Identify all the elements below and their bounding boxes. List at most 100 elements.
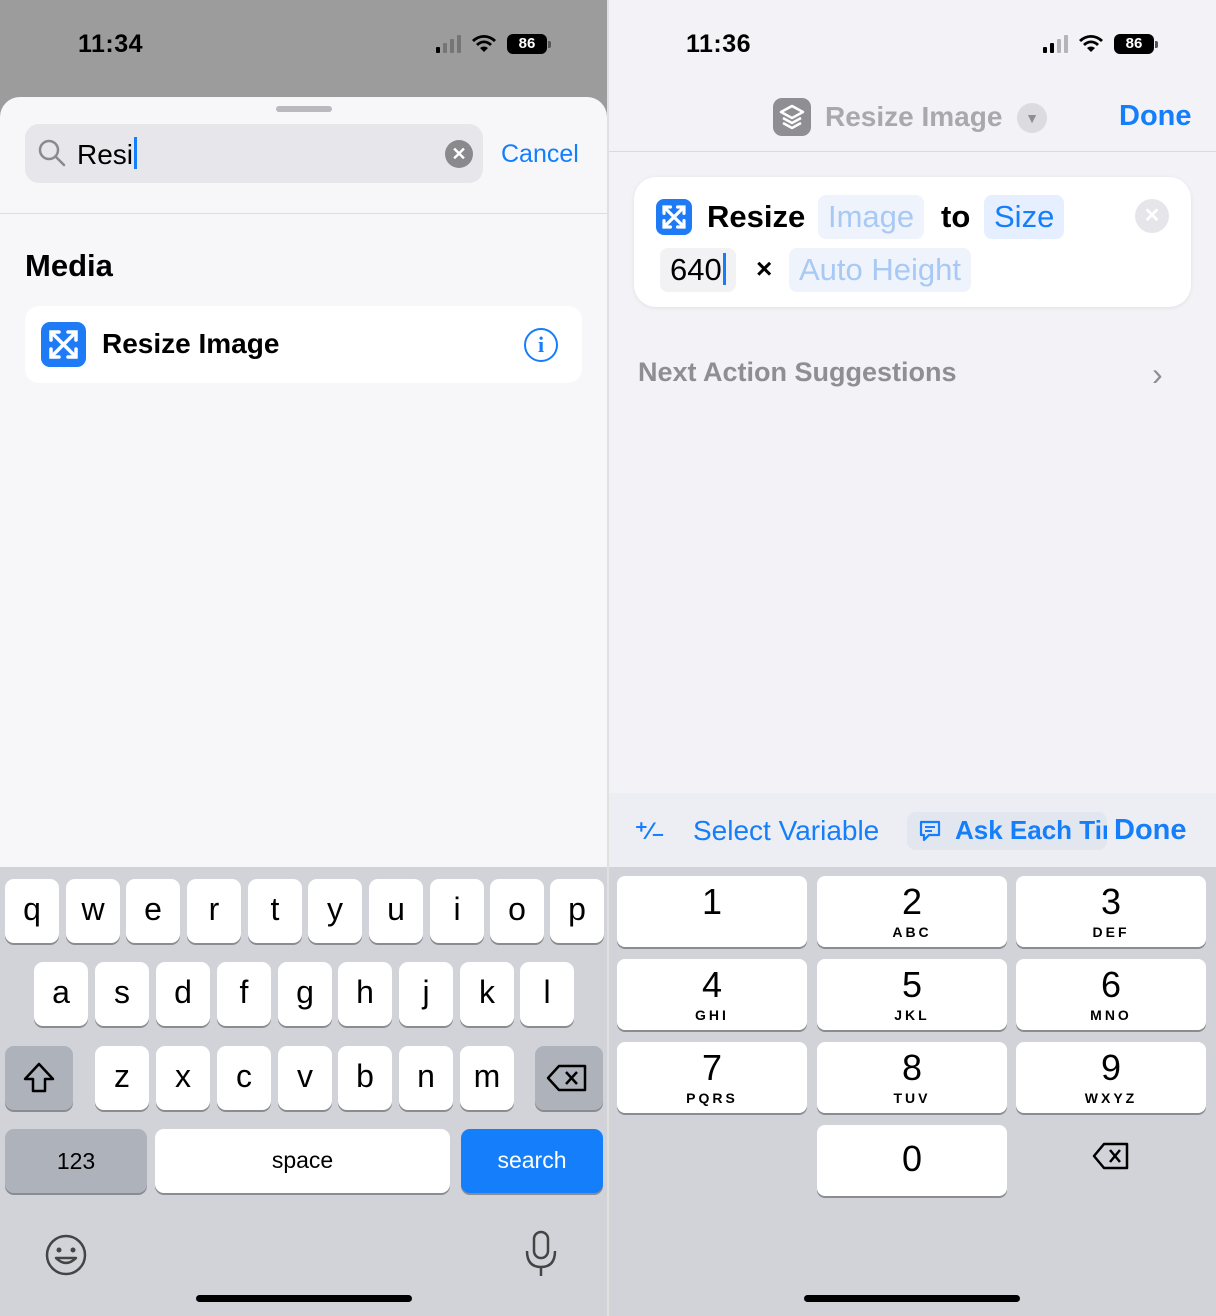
- select-variable-button[interactable]: Select Variable: [693, 815, 879, 847]
- key-8[interactable]: 8 TUV: [817, 1042, 1007, 1113]
- key[interactable]: g: [278, 962, 332, 1026]
- key-6[interactable]: 6 MNO: [1016, 959, 1206, 1030]
- key-digit: 3: [1100, 881, 1122, 922]
- key[interactable]: h: [338, 962, 392, 1026]
- key[interactable]: u: [369, 879, 423, 943]
- backspace-key[interactable]: [535, 1046, 603, 1110]
- emoji-icon[interactable]: [43, 1232, 89, 1278]
- key-letters: MNO: [1090, 1007, 1132, 1023]
- remove-action-icon[interactable]: ✕: [1135, 199, 1169, 233]
- status-icons: 86: [436, 34, 551, 54]
- key-digit: 4: [701, 964, 723, 1005]
- key-4[interactable]: 4 GHI: [617, 959, 807, 1030]
- wifi-icon: [1079, 35, 1103, 52]
- key-0[interactable]: 0: [817, 1125, 1007, 1196]
- key[interactable]: r: [187, 879, 241, 943]
- key[interactable]: n: [399, 1046, 453, 1110]
- key-3[interactable]: 3 DEF: [1016, 876, 1206, 947]
- cancel-button[interactable]: Cancel: [501, 140, 579, 169]
- left-screen: 11:34 86 Resi ✕ Cancel Media Resize Imag…: [0, 0, 607, 1316]
- key-letters: ABC: [892, 924, 932, 940]
- times-symbol: ×: [756, 253, 773, 284]
- result-label: Resize Image: [102, 328, 280, 359]
- action-verb: Resize: [707, 199, 806, 234]
- key-9[interactable]: 9 WXYZ: [1016, 1042, 1206, 1113]
- key[interactable]: p: [550, 879, 604, 943]
- chevron-right-icon[interactable]: ›: [1152, 356, 1163, 393]
- key[interactable]: q: [5, 879, 59, 943]
- status-time: 11:36: [686, 30, 752, 58]
- alpha-keyboard: q w e r t y u i o p a s d f g h j k l z …: [0, 867, 607, 1316]
- search-icon: [38, 139, 66, 167]
- key-2[interactable]: 2 ABC: [817, 876, 1007, 947]
- shortcuts-app-icon: [773, 98, 811, 136]
- microphone-icon[interactable]: [522, 1229, 560, 1279]
- key-digit: 0: [901, 1138, 923, 1179]
- key-5[interactable]: 5 JKL: [817, 959, 1007, 1030]
- divider: [0, 213, 607, 214]
- key[interactable]: i: [430, 879, 484, 943]
- key[interactable]: l: [520, 962, 574, 1026]
- key[interactable]: e: [126, 879, 180, 943]
- search-input[interactable]: Resi ✕: [25, 124, 483, 183]
- action-connector: to: [941, 199, 971, 234]
- shift-icon: [23, 1062, 55, 1093]
- key[interactable]: b: [338, 1046, 392, 1110]
- key[interactable]: m: [460, 1046, 514, 1110]
- key[interactable]: c: [217, 1046, 271, 1110]
- section-title: Media: [25, 248, 113, 283]
- key-1[interactable]: 1: [617, 876, 807, 947]
- key-letters: WXYZ: [1084, 1090, 1138, 1106]
- ask-each-time-label: Ask Each Time: [955, 815, 1107, 845]
- key[interactable]: k: [460, 962, 514, 1026]
- key[interactable]: f: [217, 962, 271, 1026]
- height-token[interactable]: Auto Height: [789, 248, 971, 292]
- chevron-down-icon[interactable]: ▼: [1017, 103, 1047, 133]
- speech-bubble-icon: [919, 820, 941, 842]
- next-action-suggestions[interactable]: Next Action Suggestions: [638, 357, 957, 388]
- cellular-signal-icon: [1043, 35, 1068, 53]
- backspace-icon[interactable]: [1091, 1140, 1131, 1172]
- info-icon[interactable]: i: [524, 328, 558, 362]
- sheet-grabber[interactable]: [276, 106, 332, 112]
- shift-key[interactable]: [5, 1046, 73, 1110]
- ask-each-time-button[interactable]: Ask Each Time: [907, 812, 1107, 850]
- home-indicator: [196, 1295, 412, 1302]
- status-icons: 86: [1043, 34, 1158, 54]
- key-letters: TUV: [893, 1090, 931, 1106]
- done-button[interactable]: Done: [1119, 100, 1192, 133]
- clear-search-icon[interactable]: ✕: [445, 140, 473, 168]
- key[interactable]: t: [248, 879, 302, 943]
- numbers-key[interactable]: 123: [5, 1129, 147, 1193]
- key-digit: 8: [901, 1047, 923, 1088]
- key[interactable]: a: [34, 962, 88, 1026]
- key-7[interactable]: 7 PQRS: [617, 1042, 807, 1113]
- resize-action-icon: [656, 199, 692, 235]
- shortcut-title[interactable]: Resize Image: [825, 101, 1002, 133]
- search-key[interactable]: search: [461, 1129, 603, 1193]
- key[interactable]: d: [156, 962, 210, 1026]
- width-field[interactable]: 640: [660, 248, 736, 292]
- key[interactable]: j: [399, 962, 453, 1026]
- key[interactable]: w: [66, 879, 120, 943]
- key[interactable]: z: [95, 1046, 149, 1110]
- key-digit: 7: [701, 1047, 723, 1088]
- key-digit: 2: [901, 881, 923, 922]
- right-screen: 11:36 86 Resize Image ▼ Done Resize Imag…: [609, 0, 1216, 1316]
- done-button[interactable]: Done: [1114, 814, 1187, 847]
- resize-image-action-card: Resize Image to Size ✕ 640 × Auto Height: [634, 177, 1191, 307]
- key-digit: 5: [901, 964, 923, 1005]
- backspace-icon: [546, 1064, 587, 1092]
- key[interactable]: x: [156, 1046, 210, 1110]
- magic-variable-icon[interactable]: ⁺∕₋: [635, 817, 664, 846]
- key[interactable]: s: [95, 962, 149, 1026]
- cellular-signal-icon: [436, 35, 461, 53]
- key-letters: PQRS: [686, 1090, 738, 1106]
- result-resize-image[interactable]: Resize Image i: [25, 306, 582, 383]
- resize-mode-token[interactable]: Size: [984, 195, 1065, 239]
- key[interactable]: o: [490, 879, 544, 943]
- input-image-token[interactable]: Image: [818, 195, 925, 239]
- key[interactable]: y: [308, 879, 362, 943]
- space-key[interactable]: space: [155, 1129, 450, 1193]
- key[interactable]: v: [278, 1046, 332, 1110]
